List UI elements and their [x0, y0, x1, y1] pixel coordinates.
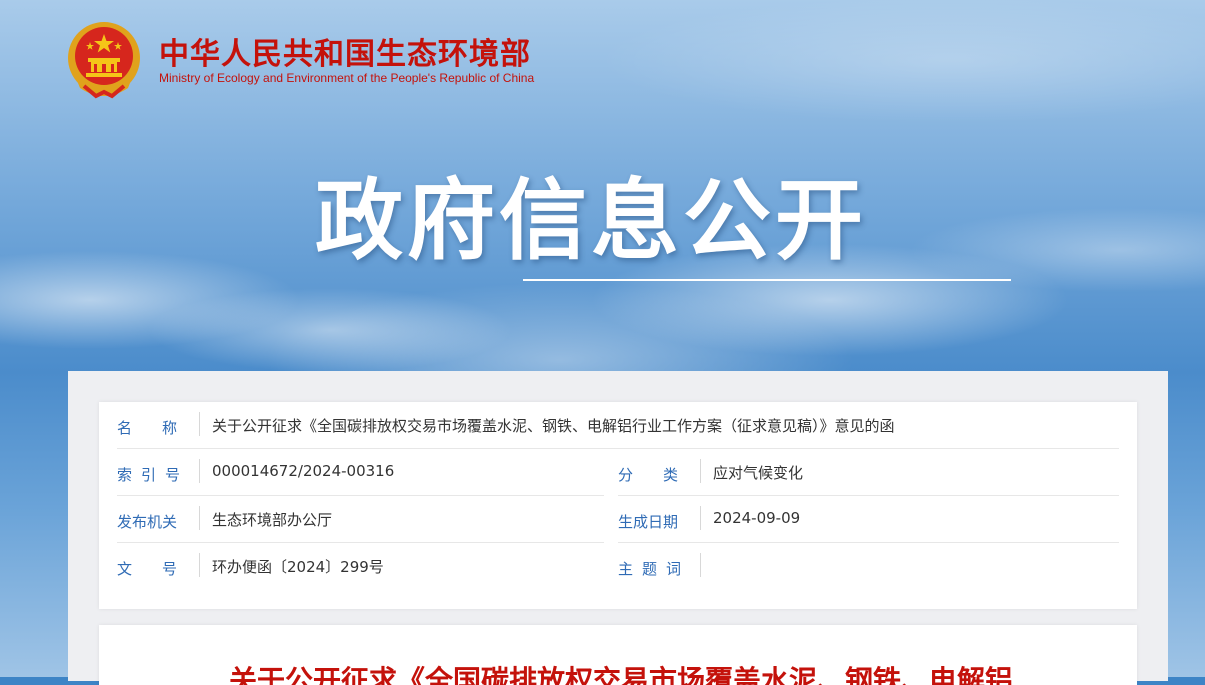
- row-divider: [700, 506, 701, 530]
- name-value: 关于公开征求《全国碳排放权交易市场覆盖水泥、钢铁、电解铝行业工作方案（征求意见稿…: [212, 417, 895, 435]
- info-row-category: 分类 应对气候变化: [618, 449, 1119, 496]
- ministry-name-cn[interactable]: 中华人民共和国生态环境部: [159, 29, 531, 73]
- index-label: 索引号: [117, 466, 190, 484]
- info-row-name: 名称 关于公开征求《全国碳排放权交易市场覆盖水泥、钢铁、电解铝行业工作方案（征求…: [117, 402, 1119, 449]
- info-row-keywords: 主题词: [618, 543, 1119, 589]
- national-emblem-icon: [68, 22, 140, 99]
- issuer-value: 生态环境部办公厅: [212, 511, 333, 529]
- info-row-index: 索引号 000014672/2024-00316: [117, 449, 604, 496]
- row-divider: [199, 412, 200, 436]
- doc-no-value: 环办便函〔2024〕299号: [212, 558, 384, 576]
- keywords-label: 主题词: [618, 560, 691, 578]
- document-title: 关于公开征求《全国碳排放权交易市场覆盖水泥、钢铁、电解铝: [229, 664, 1014, 685]
- row-divider: [199, 459, 200, 483]
- row-divider: [199, 553, 200, 577]
- date-label: 生成日期: [618, 513, 679, 531]
- info-row-date: 生成日期 2024-09-09: [618, 496, 1119, 543]
- category-label: 分类: [618, 466, 709, 484]
- info-card: 名称 关于公开征求《全国碳排放权交易市场覆盖水泥、钢铁、电解铝行业工作方案（征求…: [99, 402, 1137, 609]
- name-label: 名称: [117, 419, 208, 437]
- doc-no-label: 文号: [117, 560, 208, 578]
- row-divider: [700, 459, 701, 483]
- category-value: 应对气候变化: [713, 464, 804, 482]
- row-divider: [199, 506, 200, 530]
- document-card: 关于公开征求《全国碳排放权交易市场覆盖水泥、钢铁、电解铝: [99, 625, 1137, 685]
- row-divider: [700, 553, 701, 577]
- info-row-doc-no: 文号 环办便函〔2024〕299号: [117, 543, 604, 589]
- content-area: 名称 关于公开征求《全国碳排放权交易市场覆盖水泥、钢铁、电解铝行业工作方案（征求…: [68, 371, 1168, 685]
- hero-underline: [523, 279, 1011, 281]
- info-row-issuer: 发布机关 生态环境部办公厅: [117, 496, 604, 543]
- date-value: 2024-09-09: [713, 509, 801, 527]
- index-value: 000014672/2024-00316: [212, 462, 395, 480]
- issuer-label: 发布机关: [117, 513, 178, 531]
- ministry-name-en[interactable]: Ministry of Ecology and Environment of t…: [159, 71, 534, 85]
- hero-title: 政府信息公开: [315, 169, 868, 272]
